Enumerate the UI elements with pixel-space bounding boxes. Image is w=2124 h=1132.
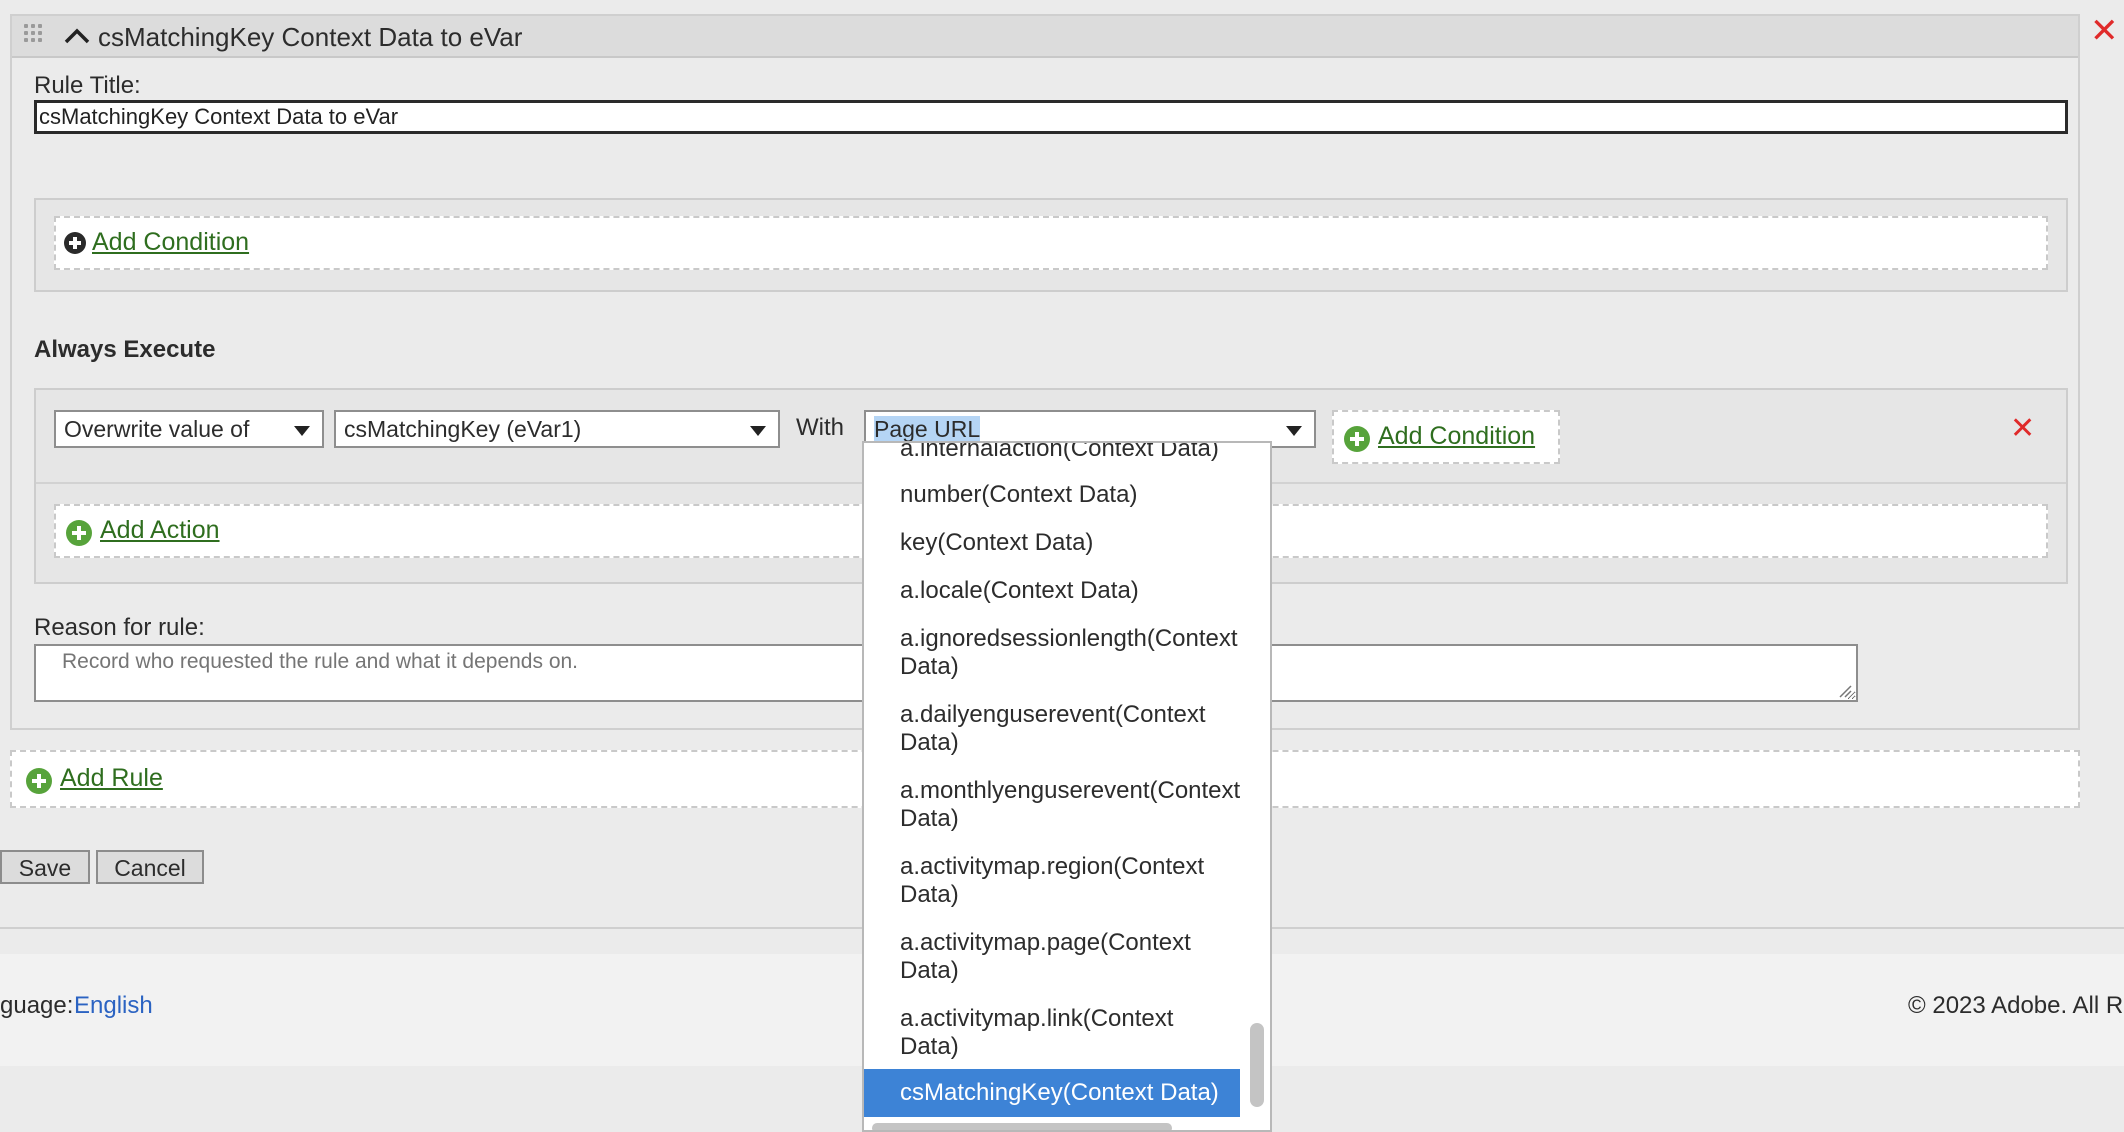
remove-action-close-icon[interactable]: ✕	[2010, 412, 2035, 446]
drag-handle-icon[interactable]	[24, 24, 46, 46]
add-rule-link[interactable]: Add Rule	[60, 764, 163, 793]
plus-circle-icon[interactable]	[64, 232, 86, 254]
plus-circle-icon[interactable]	[66, 520, 92, 546]
option-line: Data)	[900, 805, 959, 832]
chevron-up-icon[interactable]	[64, 28, 90, 44]
with-label: With	[796, 414, 844, 441]
dropdown-hscrollbar-thumb[interactable]	[872, 1123, 1172, 1130]
option-line: a.activitymap.link(Context	[900, 1005, 1174, 1032]
option-line: Data)	[900, 957, 959, 984]
action-add-condition-link[interactable]: Add Condition	[1378, 422, 1535, 451]
dropdown-option[interactable]: a.monthlyenguserevent(Context Data)	[864, 777, 1240, 833]
resize-handle-icon[interactable]	[1838, 684, 1852, 698]
dropdown-option[interactable]: a.internalaction(Context Data)	[864, 443, 1240, 463]
dropdown-option[interactable]: a.dailyenguserevent(Context Data)	[864, 701, 1240, 757]
target-select[interactable]: csMatchingKey (eVar1)	[334, 410, 780, 448]
option-line: a.activitymap.region(Context	[900, 853, 1205, 880]
dropdown-option[interactable]: a.activitymap.link(Context Data)	[864, 1005, 1240, 1061]
rule-title-input[interactable]	[34, 100, 2068, 134]
plus-circle-icon[interactable]	[26, 768, 52, 794]
option-line: a.monthlyenguserevent(Context	[900, 777, 1241, 804]
dropdown-option[interactable]: a.activitymap.page(Context Data)	[864, 929, 1240, 985]
target-select-value: csMatchingKey (eVar1)	[344, 416, 582, 442]
add-condition-area: Add Condition	[54, 216, 2048, 270]
source-select-value: Page URL	[874, 416, 981, 442]
dropdown-option[interactable]: number(Context Data)	[864, 481, 1240, 509]
add-action-link[interactable]: Add Action	[100, 516, 220, 545]
source-dropdown-list[interactable]: a.internalaction(Context Data) number(Co…	[862, 441, 1272, 1132]
dropdown-option[interactable]: key(Context Data)	[864, 529, 1240, 557]
dropdown-option-selected[interactable]: csMatchingKey(Context Data)	[864, 1069, 1240, 1117]
caret-down-icon	[294, 426, 310, 436]
dropdown-option[interactable]: a.locale(Context Data)	[864, 577, 1240, 605]
operation-select-value: Overwrite value of	[64, 416, 250, 442]
option-line: a.ignoredsessionlength(Context	[900, 625, 1238, 652]
option-line: Data)	[900, 881, 959, 908]
copyright-text: © 2023 Adobe. All Ri	[1908, 992, 2124, 1019]
condition-box: Add Condition	[34, 198, 2068, 292]
always-execute-label: Always Execute	[34, 336, 216, 363]
option-line: a.activitymap.page(Context	[900, 929, 1191, 956]
operation-select[interactable]: Overwrite value of	[54, 410, 324, 448]
language-label: guage:	[0, 992, 74, 1019]
rule-header[interactable]: csMatchingKey Context Data to eVar	[12, 16, 2078, 58]
dropdown-option[interactable]: a.ignoredsessionlength(Context Data)	[864, 625, 1240, 681]
option-line: a.dailyenguserevent(Context	[900, 701, 1206, 728]
rule-title-label: Rule Title:	[34, 72, 141, 99]
option-line: Data)	[900, 1033, 959, 1060]
language-link[interactable]: English	[74, 992, 153, 1020]
rule-header-title: csMatchingKey Context Data to eVar	[98, 22, 523, 52]
save-button[interactable]: Save	[0, 850, 90, 884]
dropdown-scrollbar-thumb[interactable]	[1250, 1023, 1264, 1107]
dropdown-option[interactable]: a.activitymap.region(Context Data)	[864, 853, 1240, 909]
option-line: Data)	[900, 729, 959, 756]
reason-label: Reason for rule:	[34, 614, 205, 641]
option-line: Data)	[900, 653, 959, 680]
plus-circle-icon[interactable]	[1344, 426, 1370, 452]
caret-down-icon	[750, 426, 766, 436]
close-rule-icon[interactable]: ✕	[2090, 14, 2119, 48]
caret-down-icon	[1286, 426, 1302, 436]
cancel-button[interactable]: Cancel	[96, 850, 204, 884]
add-condition-link[interactable]: Add Condition	[92, 228, 249, 257]
action-add-condition-area: Add Condition	[1332, 410, 1560, 464]
